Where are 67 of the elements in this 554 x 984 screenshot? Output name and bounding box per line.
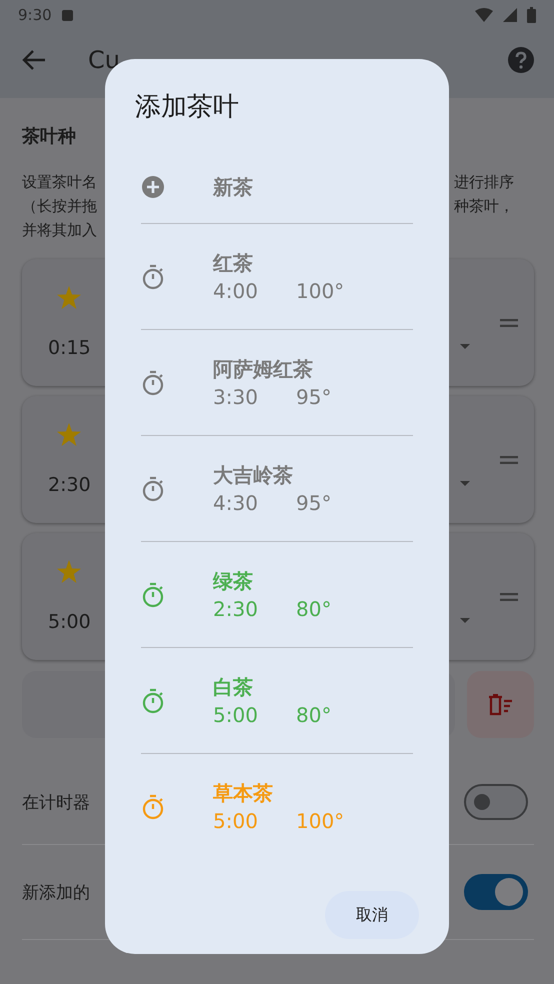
star-icon[interactable] [57, 423, 82, 446]
stopwatch-icon [141, 264, 165, 290]
description-text: 种茶叶， [454, 196, 514, 217]
brew-temperature: 95° [296, 385, 332, 409]
back-arrow-icon[interactable] [22, 49, 46, 71]
brew-temperature: 80° [296, 597, 332, 621]
drag-handle-icon[interactable] [500, 456, 518, 464]
delete-button[interactable] [467, 671, 534, 738]
tea-item[interactable]: 红茶 4:00 100° [141, 223, 413, 329]
app-title: Cu [88, 46, 120, 74]
brew-temperature: 100° [296, 809, 344, 833]
tea-name: 红茶 [213, 250, 254, 277]
delete-list-icon [488, 694, 514, 716]
stopwatch-icon [141, 582, 165, 608]
stopwatch-icon [141, 370, 165, 396]
new-tea-item[interactable]: 新茶 [141, 151, 413, 223]
tea-item[interactable]: 草本茶 5:00 100° [141, 753, 413, 859]
tea-item[interactable]: 阿萨姆红茶 3:30 95° [141, 329, 413, 435]
drag-handle-icon[interactable] [500, 592, 518, 600]
brew-temperature: 100° [296, 279, 344, 303]
battery-icon [527, 7, 536, 23]
time-value: 2:30 [48, 474, 91, 496]
description-text: （长按并拖 [22, 196, 97, 217]
drag-handle-icon[interactable] [500, 318, 518, 326]
brew-time: 5:00 [213, 703, 259, 727]
toggle-switch[interactable] [464, 784, 528, 820]
time-value: 5:00 [48, 611, 91, 633]
tea-item[interactable]: 绿茶 2:30 80° [141, 541, 413, 647]
dropdown-caret-icon[interactable] [460, 344, 470, 349]
toggle-switch[interactable] [464, 874, 528, 910]
wifi-icon [475, 8, 493, 22]
dropdown-caret-icon[interactable] [460, 481, 470, 486]
dropdown-caret-icon[interactable] [460, 618, 470, 623]
tea-name: 新茶 [213, 174, 253, 200]
stopwatch-icon [141, 476, 165, 502]
brew-time: 4:00 [213, 279, 259, 303]
status-time: 9:30 [18, 6, 52, 24]
stopwatch-icon [141, 794, 165, 820]
tea-name: 白茶 [213, 674, 254, 701]
description-text: 设置茶叶名 [22, 172, 97, 193]
tea-name: 阿萨姆红茶 [213, 356, 314, 383]
brew-temperature: 95° [296, 491, 332, 515]
description-text: 进行排序 [454, 172, 514, 193]
tea-name: 大吉岭茶 [213, 462, 294, 489]
tea-name: 绿茶 [213, 568, 254, 595]
setting-label: 在计时器 [22, 792, 90, 814]
brew-time: 4:30 [213, 491, 259, 515]
brew-time: 3:30 [213, 385, 259, 409]
brew-time: 5:00 [213, 809, 259, 833]
notification-icon [62, 10, 73, 20]
section-heading: 茶叶种 [22, 125, 77, 149]
description-text: 并将其加入 [22, 220, 97, 241]
cancel-button[interactable]: 取消 [325, 891, 419, 939]
tea-item[interactable]: 白茶 5:00 80° [141, 647, 413, 753]
signal-icon [503, 8, 517, 22]
brew-time: 2:30 [213, 597, 259, 621]
stopwatch-icon [141, 688, 165, 714]
tea-item[interactable]: 大吉岭茶 4:30 95° [141, 435, 413, 541]
setting-label: 新添加的 [22, 882, 90, 904]
star-icon[interactable] [57, 560, 82, 583]
time-value: 0:15 [48, 337, 91, 359]
brew-temperature: 80° [296, 703, 332, 727]
dialog-title: 添加茶叶 [135, 91, 240, 123]
add-circle-icon [142, 176, 164, 198]
tea-name: 草本茶 [213, 780, 274, 807]
star-icon[interactable] [57, 286, 82, 309]
help-icon[interactable] [508, 47, 534, 73]
